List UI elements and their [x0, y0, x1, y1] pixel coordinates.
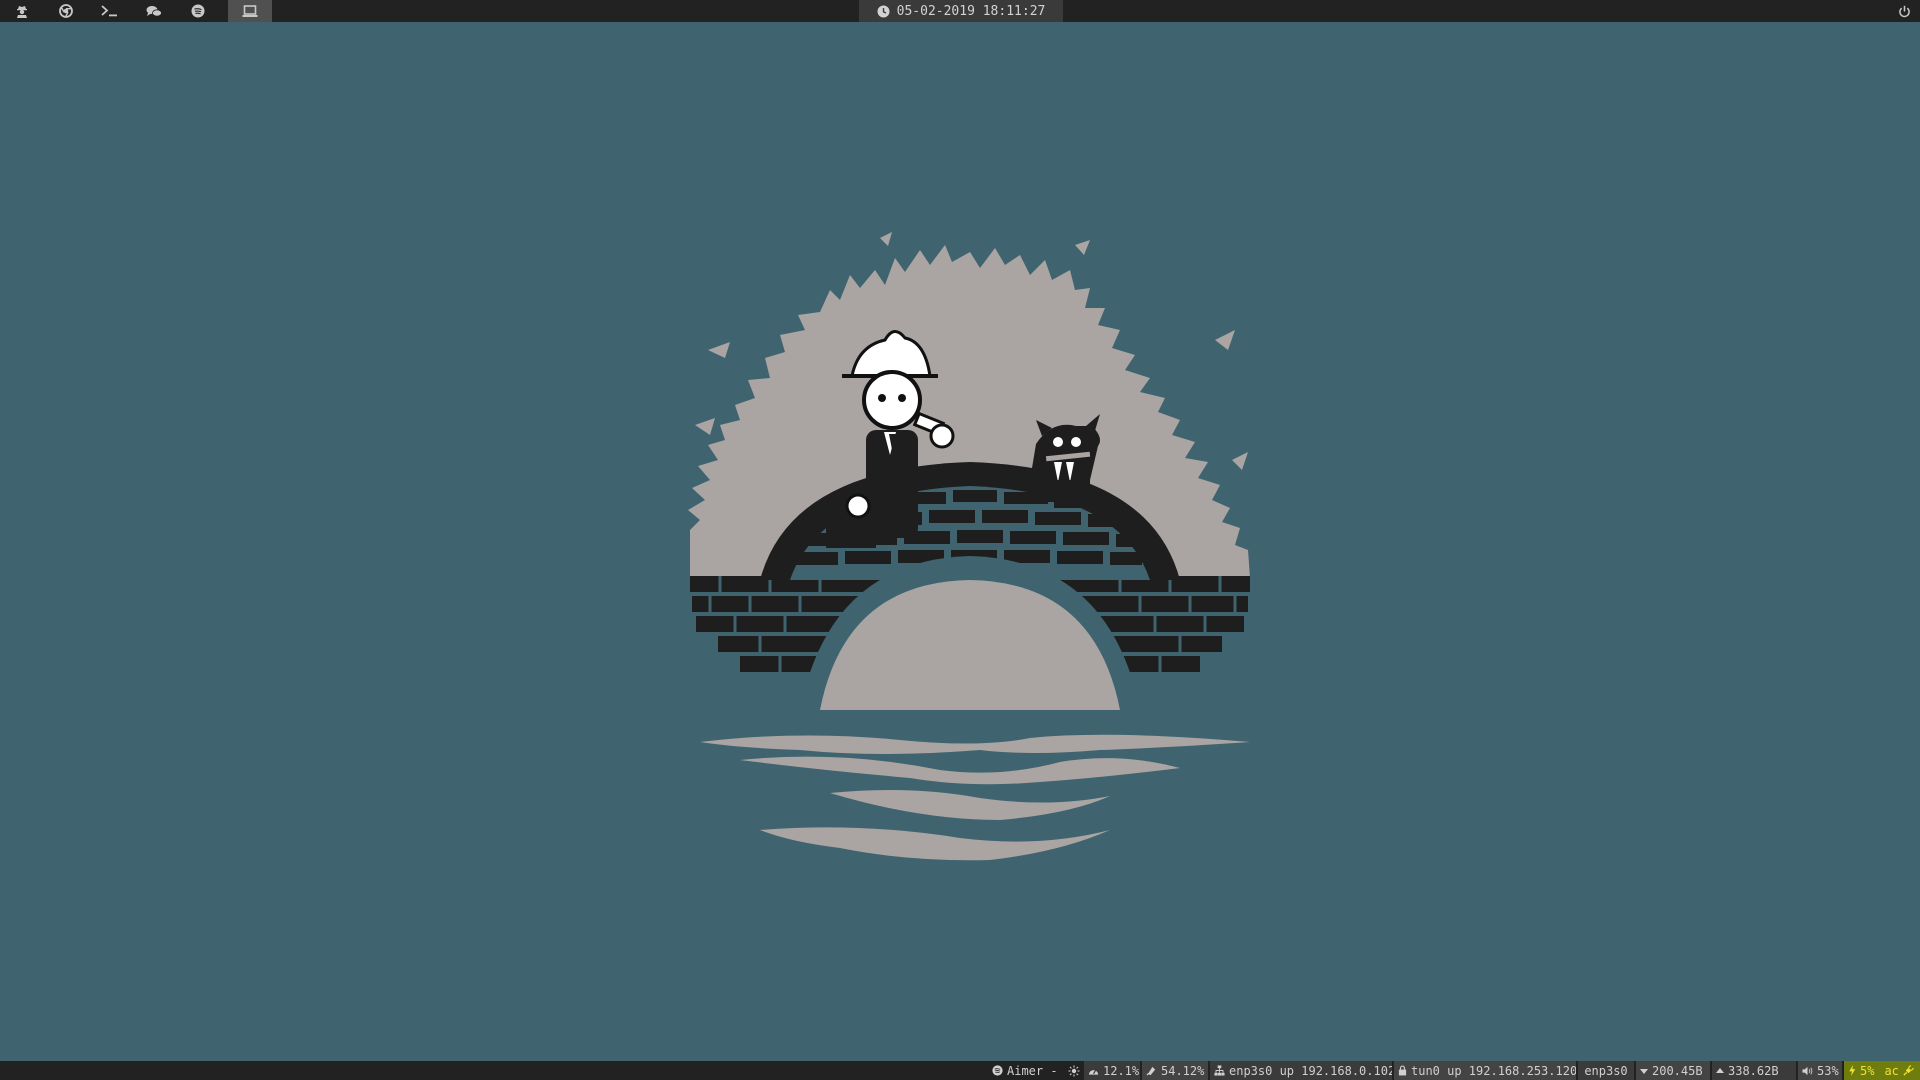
workspace-2-button[interactable] [44, 0, 88, 22]
water [700, 734, 1250, 861]
workspace-4-button[interactable] [132, 0, 176, 22]
chat-icon [146, 5, 162, 17]
sitemap-icon [1214, 1065, 1225, 1076]
spotify-icon [992, 1065, 1003, 1076]
power-icon [1898, 5, 1910, 17]
bolt-icon [1849, 1065, 1856, 1076]
upload-text: 338.62B [1728, 1063, 1779, 1078]
cpu-block: 12.1% [1084, 1061, 1140, 1080]
power-button[interactable] [1894, 0, 1914, 22]
sun-icon [1068, 1065, 1080, 1076]
tachometer-icon [1088, 1069, 1099, 1075]
lock-icon [1398, 1065, 1407, 1076]
spotify-icon [191, 4, 205, 18]
status-bar: Aimer - 12.1% 54.12% enp3s0 up 192.168.0… [0, 1061, 1920, 1080]
clock-icon [877, 5, 890, 17]
plug-icon [1903, 1065, 1914, 1076]
user-secret-icon [17, 6, 27, 18]
vpn-text: tun0 up 192.168.253.120 [1411, 1063, 1576, 1078]
battery-status-text: ac [1884, 1063, 1899, 1078]
interface-block: enp3s0 [1578, 1061, 1634, 1080]
memory-icon [1146, 1066, 1156, 1076]
cpu-text: 12.1% [1103, 1063, 1140, 1078]
clock-widget[interactable]: 05-02-2019 18:11:27 [859, 0, 1063, 22]
lan-text: enp3s0 up 192.168.0.102 [1229, 1063, 1392, 1078]
volume-block[interactable]: 53% [1798, 1061, 1842, 1080]
workspace-1-button[interactable] [0, 0, 44, 22]
interface-text: enp3s0 [1584, 1063, 1628, 1078]
memory-text: 54.12% [1161, 1063, 1205, 1078]
music-block[interactable]: Aimer - [988, 1061, 1084, 1080]
speaker-icon [1802, 1066, 1813, 1075]
download-text: 200.45B [1652, 1063, 1703, 1078]
clock-text: 05-02-2019 18:11:27 [896, 3, 1046, 19]
android-figure [1030, 414, 1100, 502]
wallpaper-illustration [688, 232, 1250, 861]
battery-block: 5% ac [1844, 1061, 1920, 1080]
music-text: Aimer - [1007, 1063, 1058, 1078]
battery-percent-text: 5% [1860, 1063, 1875, 1078]
workspace-6-button[interactable] [228, 0, 272, 22]
arrow-up-icon [1716, 1067, 1724, 1073]
volume-text: 53% [1817, 1063, 1839, 1078]
download-block: 200.45B [1636, 1061, 1710, 1080]
workspace-3-button[interactable] [88, 0, 132, 22]
lan-block[interactable]: enp3s0 up 192.168.0.102 [1210, 1061, 1392, 1080]
workspace-5-button[interactable] [176, 0, 220, 22]
top-bar: 05-02-2019 18:11:27 [0, 0, 1920, 22]
upload-block: 338.62B [1712, 1061, 1796, 1080]
terminal-icon [101, 5, 117, 17]
laptop-icon [242, 4, 258, 17]
chrome-icon [59, 4, 73, 18]
memory-block: 54.12% [1142, 1061, 1208, 1080]
vpn-block[interactable]: tun0 up 192.168.253.120 [1394, 1061, 1576, 1080]
arrow-down-icon [1640, 1068, 1648, 1074]
